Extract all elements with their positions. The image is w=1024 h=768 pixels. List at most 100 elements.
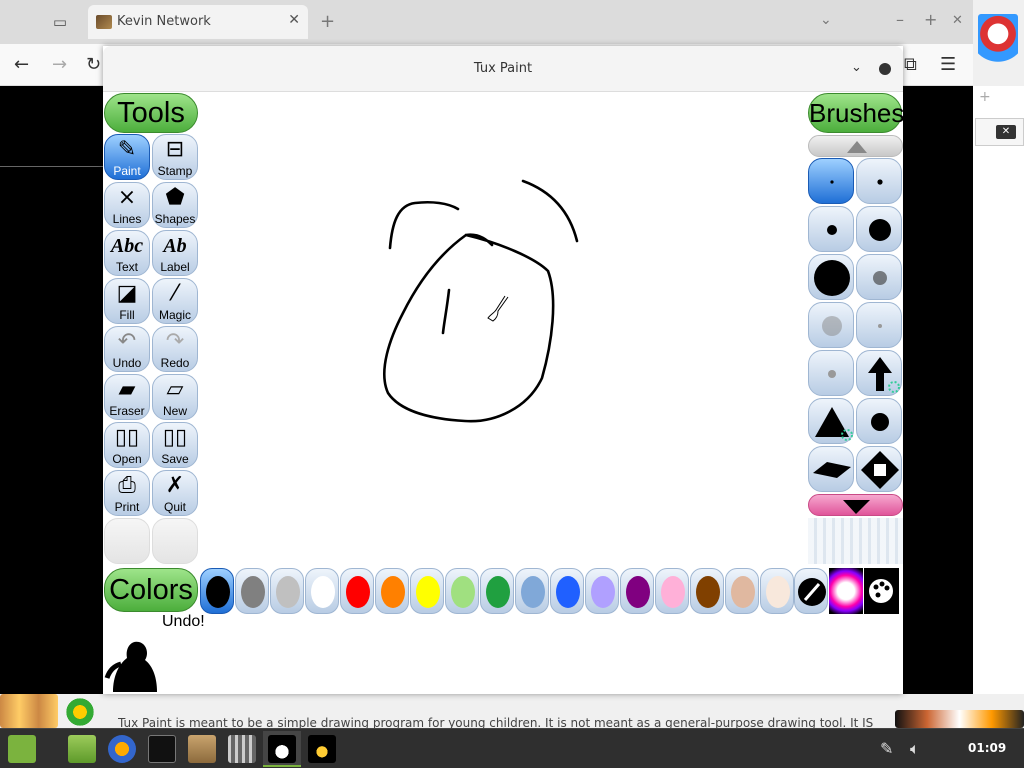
tool-open[interactable]: ▯▯ Open bbox=[104, 422, 150, 468]
clock[interactable]: 01:09 bbox=[968, 741, 1006, 755]
tool-fill[interactable]: ◪ Fill bbox=[104, 278, 150, 324]
tool-shapes[interactable]: ⬟ Shapes bbox=[152, 182, 198, 228]
brush-item[interactable] bbox=[808, 158, 854, 204]
color-swatch[interactable] bbox=[270, 568, 304, 614]
tool-text[interactable]: Abc Text bbox=[104, 230, 150, 276]
brush-item[interactable] bbox=[856, 254, 902, 300]
tool-label: Fill bbox=[119, 308, 135, 322]
archive-manager-icon[interactable] bbox=[188, 735, 216, 763]
tux-desktop-icon[interactable] bbox=[978, 14, 1018, 80]
color-mixer-button[interactable] bbox=[864, 568, 899, 614]
tool-print[interactable]: ⎙ Print bbox=[104, 470, 150, 516]
pen-icon[interactable]: ✎ bbox=[880, 739, 893, 758]
brushes-scroll-down[interactable] bbox=[808, 494, 903, 516]
tool-undo[interactable]: ↶ Undo bbox=[104, 326, 150, 372]
color-swatch[interactable] bbox=[620, 568, 654, 614]
color-swatch[interactable] bbox=[445, 568, 479, 614]
tux-icon[interactable] bbox=[308, 735, 336, 763]
tab-close-icon[interactable]: ✕ bbox=[288, 12, 300, 28]
color-swatch[interactable] bbox=[550, 568, 584, 614]
tux-reader-desktop-icon[interactable] bbox=[64, 696, 96, 728]
open-book-icon: ▯▯ bbox=[114, 425, 140, 450]
chevron-down-icon[interactable]: ⌄ bbox=[851, 60, 862, 75]
tool-empty-slot bbox=[104, 518, 150, 564]
add-icon[interactable]: + bbox=[979, 89, 991, 105]
brush-item[interactable] bbox=[808, 302, 854, 348]
tool-paint[interactable]: ✎ Paint bbox=[104, 134, 150, 180]
terminal-icon[interactable] bbox=[148, 735, 176, 763]
color-swatch[interactable] bbox=[200, 568, 234, 614]
brush-item[interactable] bbox=[856, 206, 902, 252]
minimize-button[interactable]: – bbox=[896, 10, 904, 29]
color-swatch[interactable] bbox=[725, 568, 759, 614]
tool-new[interactable]: ▱ New bbox=[152, 374, 198, 420]
tool-label: Stamp bbox=[157, 164, 193, 178]
color-swatch[interactable] bbox=[410, 568, 444, 614]
close-window-button[interactable]: ✕ bbox=[952, 13, 963, 28]
tab-list-icon[interactable]: ▭ bbox=[48, 10, 72, 34]
tool-lines[interactable]: ⨯ Lines bbox=[104, 182, 150, 228]
brush-item[interactable] bbox=[856, 158, 902, 204]
reload-button[interactable]: ↻ bbox=[86, 54, 101, 75]
firefox-icon[interactable] bbox=[108, 735, 136, 763]
tuxpaint-icon[interactable] bbox=[268, 735, 296, 763]
mint-menu-icon[interactable] bbox=[8, 735, 36, 763]
tool-stamp[interactable]: ⊟ Stamp bbox=[152, 134, 198, 180]
tab-bar: ▭ Kevin Network ✕ + ⌄ – + ✕ bbox=[0, 0, 973, 44]
color-swatch-fill bbox=[521, 576, 545, 608]
clear-icon[interactable]: ✕ bbox=[996, 125, 1016, 139]
drawing-canvas[interactable] bbox=[200, 93, 806, 565]
color-swatch[interactable] bbox=[480, 568, 514, 614]
tool-label: Quit bbox=[163, 500, 186, 514]
tool-label[interactable]: Ab Label bbox=[152, 230, 198, 276]
quit-x-icon: ✗ bbox=[165, 473, 185, 498]
brush-arrows-four[interactable] bbox=[856, 446, 902, 492]
brush-size-ramp[interactable] bbox=[808, 518, 903, 564]
tool-save[interactable]: ▯▯ Save bbox=[152, 422, 198, 468]
tool-eraser[interactable]: ▰ Eraser bbox=[104, 374, 150, 420]
color-swatch[interactable] bbox=[375, 568, 409, 614]
tool-magic[interactable]: ⁄ Magic bbox=[152, 278, 198, 324]
maximize-button[interactable]: + bbox=[924, 10, 937, 29]
back-button[interactable]: ← bbox=[14, 54, 29, 75]
color-swatch[interactable] bbox=[305, 568, 339, 614]
tool-quit[interactable]: ✗ Quit bbox=[152, 470, 198, 516]
color-swatch[interactable] bbox=[585, 568, 619, 614]
side-search-input[interactable]: ✕ bbox=[975, 118, 1024, 146]
penguins-desktop-icon[interactable] bbox=[0, 694, 58, 728]
menu-icon[interactable]: ☰ bbox=[940, 54, 956, 75]
color-rainbow-picker[interactable] bbox=[829, 568, 863, 614]
extensions-puzzle-icon[interactable]: ⧉ bbox=[904, 54, 917, 75]
brush-arrow[interactable] bbox=[856, 350, 902, 396]
files-icon[interactable] bbox=[68, 735, 96, 763]
volume-icon[interactable]: 🔈︎ bbox=[910, 739, 920, 759]
color-swatch-fill bbox=[276, 576, 300, 608]
forward-button[interactable]: → bbox=[52, 54, 67, 75]
tool-redo[interactable]: ↷ Redo bbox=[152, 326, 198, 372]
tab-overflow-chevron-icon[interactable]: ⌄ bbox=[820, 12, 832, 28]
tab-title: Kevin Network bbox=[117, 14, 211, 29]
brush-diamond[interactable] bbox=[808, 446, 854, 492]
color-swatch-fill bbox=[626, 576, 650, 608]
color-swatch[interactable] bbox=[515, 568, 549, 614]
close-dot-icon[interactable] bbox=[879, 63, 891, 75]
tool-empty-slot bbox=[152, 518, 198, 564]
color-swatch[interactable] bbox=[690, 568, 724, 614]
browser-tab[interactable]: Kevin Network ✕ bbox=[88, 5, 308, 39]
brush-item[interactable] bbox=[808, 206, 854, 252]
paintbrush-icon: ✎ bbox=[117, 137, 137, 162]
new-tab-button[interactable]: + bbox=[320, 11, 335, 32]
brush-item[interactable] bbox=[856, 302, 902, 348]
mixer-icon[interactable] bbox=[228, 735, 256, 763]
color-swatch[interactable] bbox=[655, 568, 689, 614]
brushes-scroll-up[interactable] bbox=[808, 135, 903, 157]
color-picker-dropper[interactable] bbox=[794, 568, 828, 614]
brush-item[interactable] bbox=[808, 254, 854, 300]
color-swatch[interactable] bbox=[235, 568, 269, 614]
brush-item[interactable] bbox=[856, 398, 902, 444]
color-swatch[interactable] bbox=[340, 568, 374, 614]
color-swatch[interactable] bbox=[760, 568, 794, 614]
brush-item[interactable] bbox=[808, 350, 854, 396]
brush-triangle[interactable] bbox=[808, 398, 854, 444]
window-title: Tux Paint bbox=[473, 61, 533, 76]
